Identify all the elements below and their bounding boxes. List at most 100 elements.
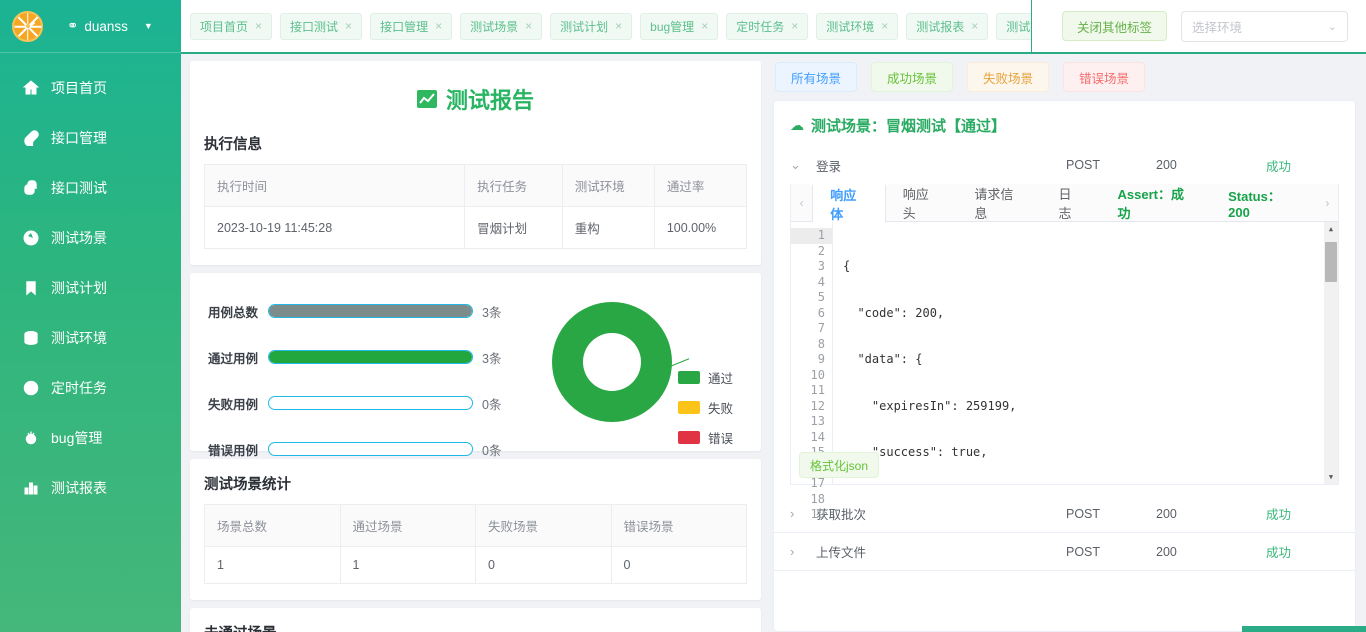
bar-row: 用例总数 3条: [208, 295, 520, 327]
table-cell: 0: [610, 546, 747, 584]
bar-chart-icon: [22, 480, 39, 497]
bar-fill: [269, 305, 472, 317]
line-number: 18: [810, 491, 825, 506]
sidebar-item-test-plan[interactable]: 测试计划: [0, 263, 181, 313]
line-number: 7: [817, 321, 825, 335]
bar-track: [268, 442, 473, 456]
tab-scroll-left-icon[interactable]: ‹: [791, 196, 812, 210]
sidebar-item-bug-manage[interactable]: bug管理: [0, 413, 181, 463]
case-status-code: 200: [1156, 158, 1177, 172]
sidebar-item-test-report[interactable]: 测试报表: [0, 463, 181, 513]
sidebar-item-api-test[interactable]: 接口测试: [0, 163, 181, 213]
scrollbar-thumb[interactable]: [1325, 242, 1337, 282]
tab-item[interactable]: bug管理 ×: [640, 12, 719, 40]
case-bar-chart: 用例总数 3条 通过用例 3条 失败用例 0条 错误用例 0条: [190, 273, 520, 458]
case-row-login[interactable]: ⌄ 登录 POST 200 成功: [774, 146, 1355, 184]
tab-item[interactable]: 接口管理 ×: [370, 12, 453, 40]
failed-scenes-heading: 未通过场景: [190, 608, 761, 632]
case-method: POST: [1066, 506, 1101, 521]
close-icon[interactable]: ×: [255, 19, 262, 33]
tab-response-body[interactable]: 响应体: [812, 184, 886, 222]
tab-status-result[interactable]: Status：200: [1211, 184, 1317, 221]
table-header-row: 场景总数 通过场景 失败场景 错误场景: [204, 504, 747, 547]
column-header: 场景总数: [204, 504, 340, 547]
tab-bar: 项目首页 × 接口测试 × 接口管理 × 测试场景 × 测试计划 × bug管理 × 定时任…: [181, 0, 1366, 54]
tab-item[interactable]: 测试场景 ×: [460, 12, 543, 40]
case-row-upload-file[interactable]: › 上传文件 POST 200 成功: [774, 533, 1355, 571]
close-icon[interactable]: ×: [971, 19, 978, 33]
tab-scroll-right-icon[interactable]: ›: [1317, 196, 1338, 210]
tab-item[interactable]: 项目首页 ×: [190, 12, 273, 40]
failed-scenes-card: 未通过场景: [190, 608, 761, 632]
bar-track: [268, 396, 473, 410]
paperclip-icon: [22, 130, 39, 147]
close-icon[interactable]: ×: [525, 19, 532, 33]
tab-item[interactable]: 测试环境 ×: [816, 12, 899, 40]
close-icon[interactable]: ×: [615, 19, 622, 33]
tab-item[interactable]: 测试计划 ×: [550, 12, 633, 40]
scene-detail-column: 所有场景 成功场景 失败场景 错误场景 ☁ 测试场景：冒烟测试【通过】 ⌄ 登录…: [773, 54, 1366, 632]
tab-item[interactable]: 测试报表 ×: [906, 12, 989, 40]
line-number: 13: [810, 414, 825, 428]
case-row-get-batch[interactable]: › 获取批次 POST 200 成功: [774, 495, 1355, 533]
legend-swatch: [677, 431, 700, 444]
bar-row: 通过用例 3条: [208, 341, 520, 373]
table-cell: 冒烟计划: [464, 206, 563, 249]
code-line: {: [843, 259, 851, 273]
chevron-right-icon[interactable]: ›: [790, 544, 816, 559]
report-summary-card: 测试报告 执行信息 执行时间 执行任务 测试环境 通过率 2023-10-19 …: [190, 61, 761, 265]
close-other-tabs-button[interactable]: 关闭其他标签: [1061, 11, 1167, 41]
filter-all-scenes-button[interactable]: 所有场景: [775, 62, 858, 92]
code-editor[interactable]: 1 2 3 4 5 6 7 8 9 10 11 12 13 14 17 18 1…: [791, 222, 1338, 521]
tab-item[interactable]: 定时任务 ×: [726, 12, 809, 40]
code-vertical-scrollbar[interactable]: ▲ ▼: [1324, 222, 1338, 484]
legend-label: 失败: [707, 402, 733, 416]
clock-icon: [22, 380, 39, 397]
report-column: 测试报告 执行信息 执行时间 执行任务 测试环境 通过率 2023-10-19 …: [181, 54, 773, 632]
chevron-down-icon[interactable]: ⌄: [790, 157, 816, 173]
close-icon[interactable]: ×: [881, 19, 888, 33]
tab-item[interactable]: 接口测试 ×: [280, 12, 363, 40]
user-menu[interactable]: ⚭ duanss ▼: [67, 18, 153, 34]
sidebar-item-home[interactable]: 项目首页: [0, 63, 181, 113]
scene-card: ☁ 测试场景：冒烟测试【通过】 ⌄ 登录 POST 200 成功 ‹ 响应体 响…: [773, 100, 1356, 632]
tab-bar-actions: 关闭其他标签 选择环境 ⌄: [1032, 10, 1366, 42]
tab-request-info[interactable]: 请求信息: [957, 184, 1041, 221]
filter-error-scenes-button[interactable]: 错误场景: [1063, 62, 1146, 92]
filter-failed-scenes-button[interactable]: 失败场景: [967, 62, 1050, 92]
scene-title-text: 测试场景：冒烟测试【通过】: [811, 118, 1007, 135]
case-statistics-card: 用例总数 3条 通过用例 3条 失败用例 0条 错误用例 0条 通过 失败 错误: [190, 273, 761, 458]
result-donut-chart: 通过 失败 错误: [520, 273, 761, 451]
sidebar-item-api-manage[interactable]: 接口管理: [0, 113, 181, 163]
sidebar-menu: 项目首页 接口管理 接口测试 测试场景 测试计划 测试环境 定时任务 bug管理…: [0, 53, 181, 513]
case-result-badge: 成功: [1266, 508, 1292, 522]
sidebar-header: ⚭ duanss ▼: [0, 0, 181, 52]
filter-success-scenes-button[interactable]: 成功场景: [871, 62, 954, 92]
legend-item: 通过: [677, 368, 733, 387]
tab-item[interactable]: 测试报告×: [996, 12, 1031, 40]
tab-response-headers[interactable]: 响应头: [886, 184, 958, 221]
column-header: 通过场景: [339, 504, 476, 547]
sidebar-item-label: 测试报表: [51, 480, 107, 496]
scroll-up-icon[interactable]: ▲: [1324, 222, 1338, 236]
sidebar-item-label: 定时任务: [51, 380, 107, 396]
format-json-button[interactable]: 格式化json: [799, 452, 880, 478]
code-line: "code": 200,: [843, 305, 945, 320]
code-text[interactable]: { "code": 200, "data": { "expiresIn": 25…: [833, 222, 1324, 484]
sidebar-item-test-env[interactable]: 测试环境: [0, 313, 181, 363]
environment-select[interactable]: 选择环境 ⌄: [1181, 10, 1348, 42]
sidebar-item-label: 接口管理: [51, 130, 107, 146]
close-icon[interactable]: ×: [701, 19, 708, 33]
sidebar-item-scheduled-task[interactable]: 定时任务: [0, 363, 181, 413]
column-header: 失败场景: [475, 504, 611, 547]
tab-assert-result[interactable]: Assert：成功: [1101, 184, 1212, 221]
scene-statistics-card: 测试场景统计 场景总数 通过场景 失败场景 错误场景 1 1 0 0: [190, 459, 761, 600]
scroll-down-icon[interactable]: ▼: [1324, 470, 1338, 484]
close-icon[interactable]: ×: [791, 19, 798, 33]
line-number: 2: [817, 243, 825, 258]
close-icon[interactable]: ×: [435, 19, 442, 33]
tab-label: 项目首页: [200, 19, 249, 34]
tab-logs[interactable]: 日志: [1041, 184, 1100, 221]
sidebar-item-test-scene[interactable]: 测试场景: [0, 213, 181, 263]
close-icon[interactable]: ×: [345, 19, 352, 33]
